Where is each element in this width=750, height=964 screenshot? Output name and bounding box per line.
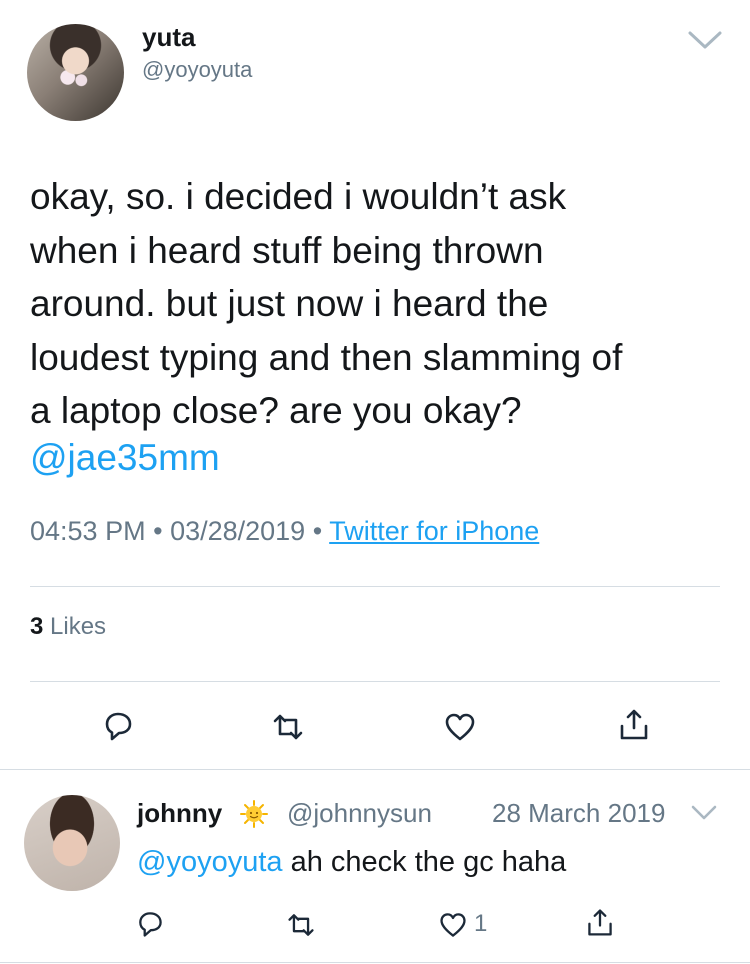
meta-separator: • <box>153 516 163 546</box>
meta-separator: • <box>312 516 323 546</box>
divider <box>30 681 720 682</box>
share-icon[interactable] <box>585 907 615 937</box>
tweet-meta: 04:53 PM • 03/28/2019 • Twitter for iPho… <box>30 516 539 547</box>
section-separator <box>0 769 750 770</box>
reply-body: ah check the gc haha <box>282 846 567 878</box>
reply-text: @yoyoyuta ah check the gc haha <box>137 846 566 879</box>
divider <box>30 586 720 587</box>
reply-icon[interactable] <box>101 709 135 743</box>
likes-count: 3 <box>30 613 44 640</box>
reply-date: 28 March 2019 <box>492 798 666 828</box>
section-separator <box>0 962 750 963</box>
reply-icon[interactable] <box>135 909 165 939</box>
chevron-down-icon[interactable] <box>686 28 724 52</box>
reply-author-avatar[interactable] <box>24 795 120 891</box>
heart-icon[interactable] <box>438 910 468 940</box>
chevron-down-icon[interactable] <box>690 803 718 823</box>
heart-icon[interactable] <box>443 710 477 744</box>
mention-link[interactable]: @jae35mm <box>30 437 220 479</box>
reply-author-name[interactable]: johnny <box>137 798 222 829</box>
author-avatar[interactable] <box>27 24 124 121</box>
tweet-text: okay, so. i decided i wouldn’t ask when … <box>30 176 623 431</box>
share-icon[interactable] <box>617 707 651 741</box>
reply-like-count: 1 <box>474 910 488 937</box>
reply-mention-link[interactable]: @yoyoyuta <box>137 846 283 878</box>
author-name[interactable]: yuta <box>142 22 195 53</box>
sun-emoji-icon <box>240 800 268 828</box>
likes-summary[interactable]: 3 Likes <box>30 613 106 641</box>
reply-author-handle[interactable]: @johnnysun <box>287 798 432 829</box>
author-handle[interactable]: @yoyoyuta <box>142 57 252 83</box>
tweet-source-link[interactable]: Twitter for iPhone <box>329 516 539 546</box>
tweet-time: 04:53 PM <box>30 516 146 546</box>
retweet-icon[interactable] <box>271 710 305 744</box>
likes-label: Likes <box>50 613 107 640</box>
retweet-icon[interactable] <box>286 910 316 940</box>
tweet-date: 03/28/2019 <box>170 516 306 546</box>
